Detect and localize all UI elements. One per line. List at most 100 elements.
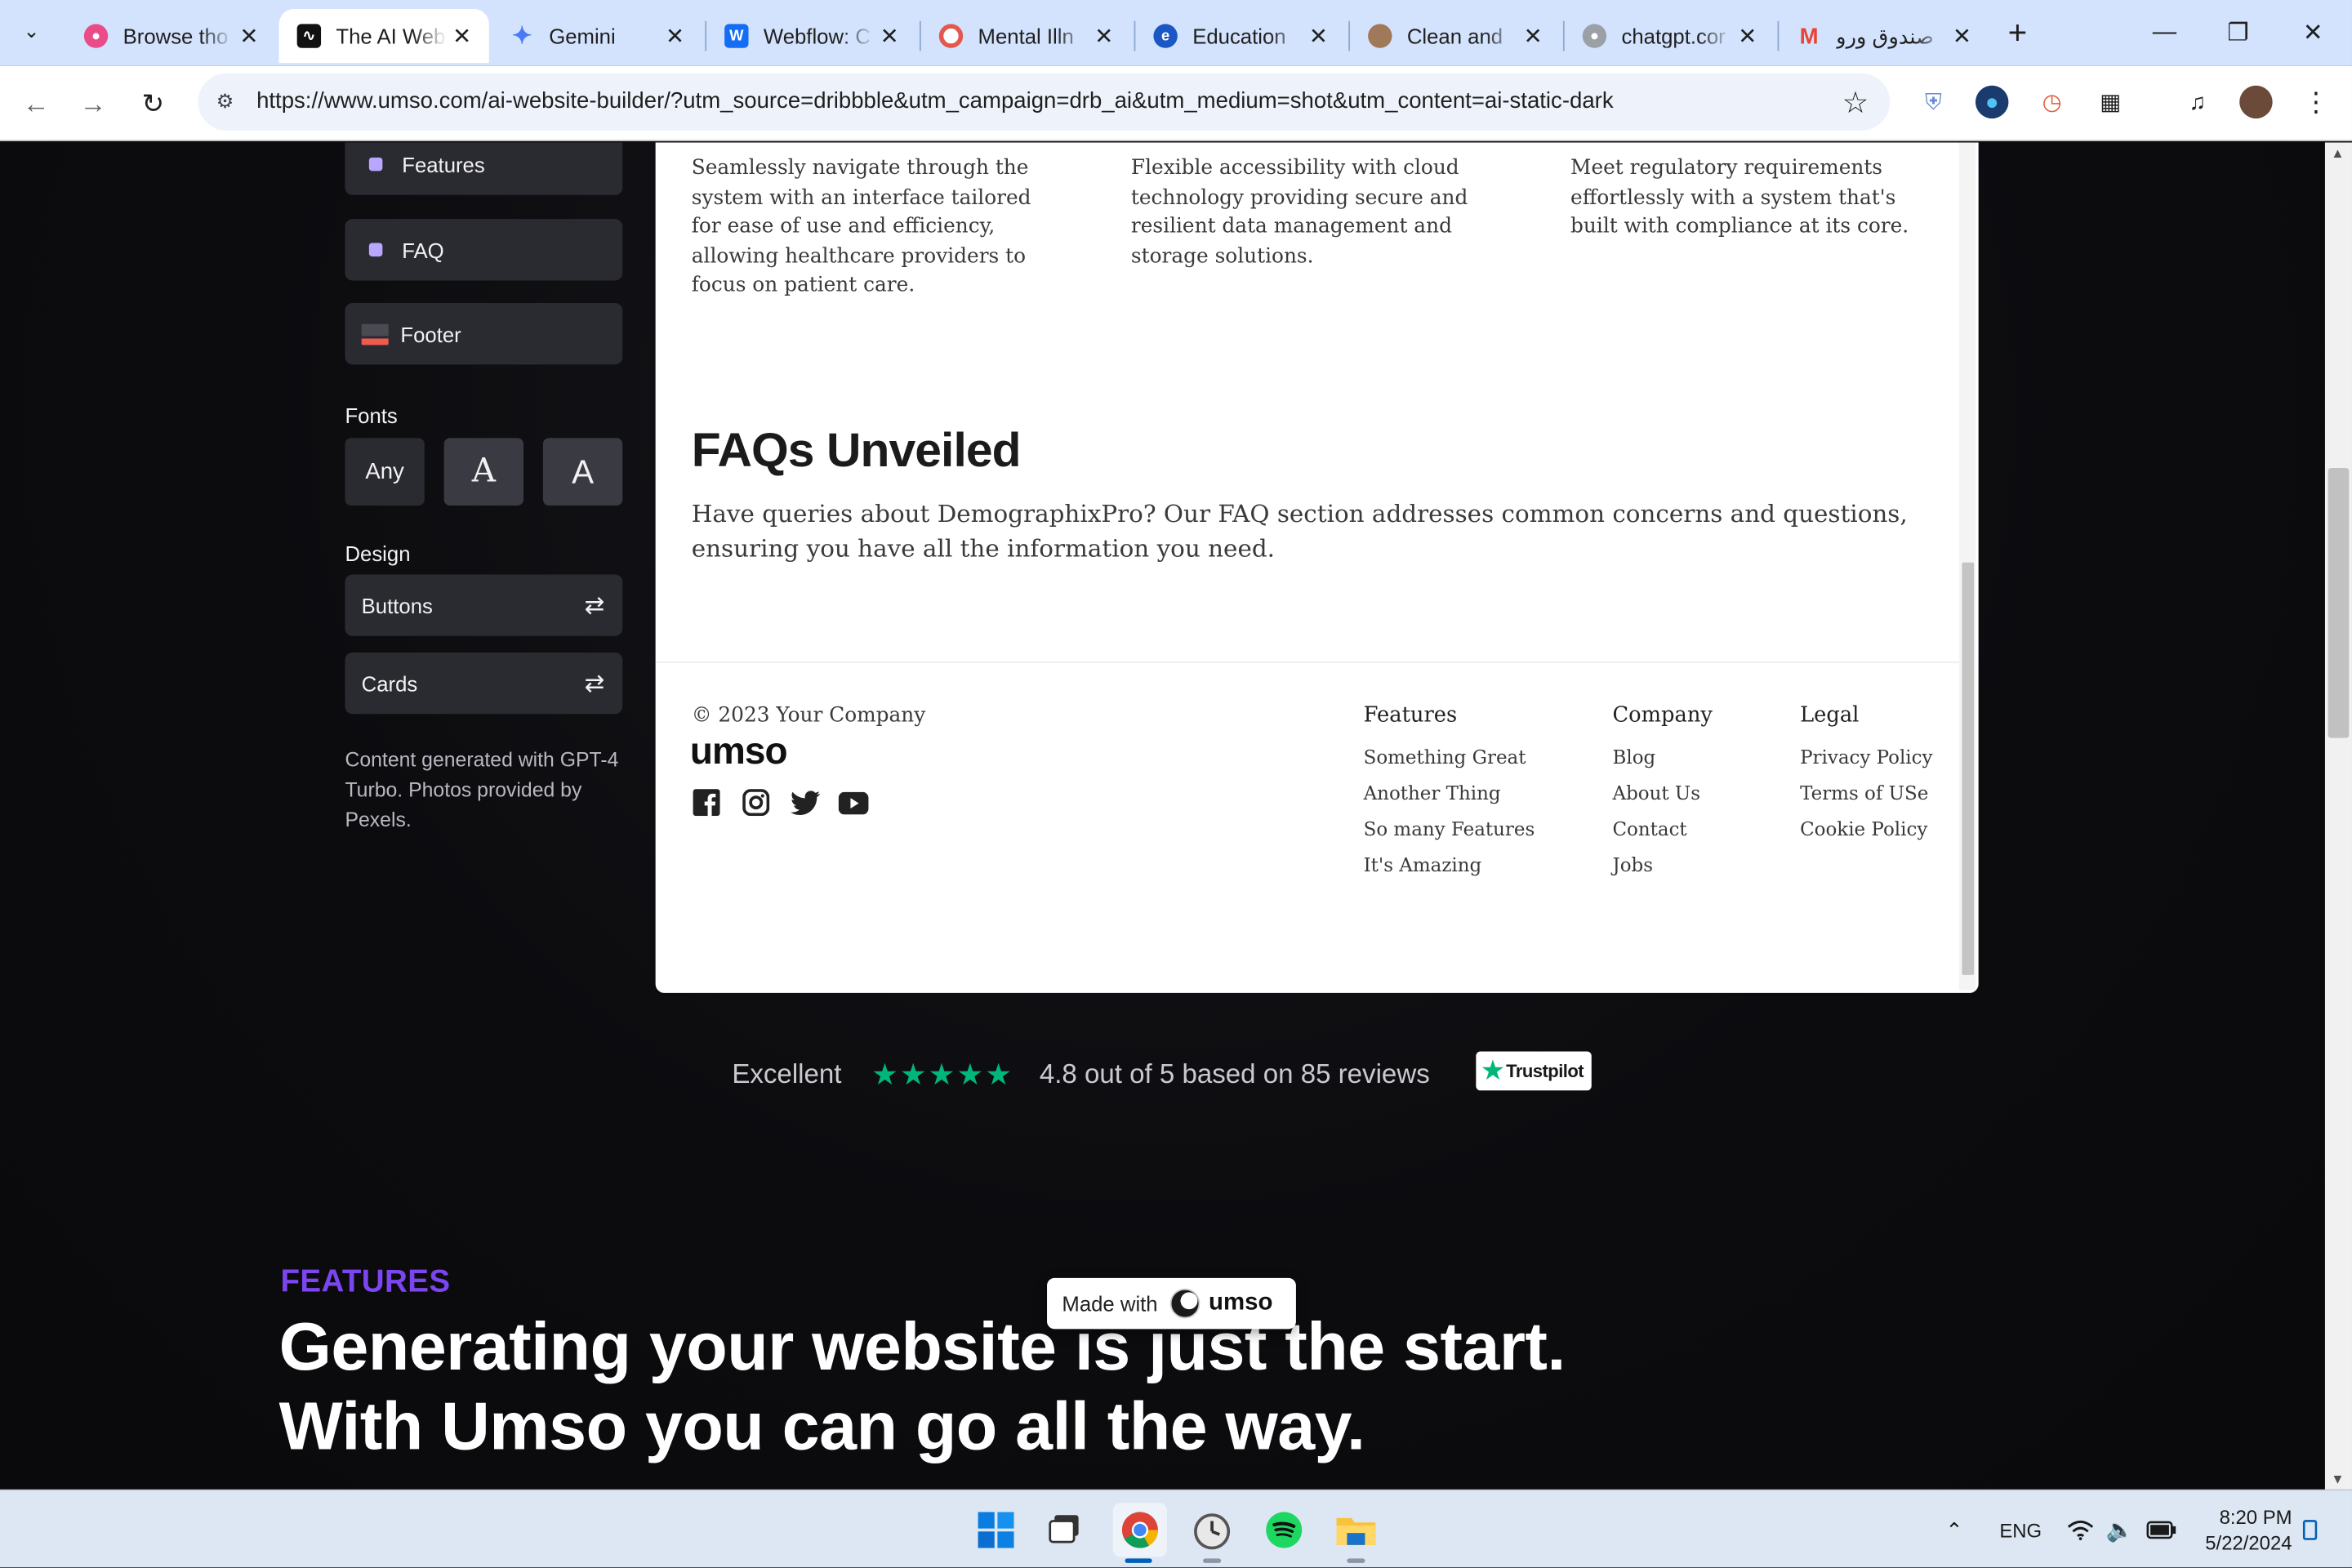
windows-start-icon[interactable] [969,1503,1023,1557]
footer-link[interactable]: Jobs [1612,853,1653,876]
address-bar[interactable]: ⚙ https://www.umso.com/ai-website-builde… [198,73,1891,131]
features-heading-line: With Umso you can go all the way. [278,1387,1365,1464]
close-icon[interactable]: ✕ [1089,21,1119,51]
clock-display[interactable]: 8:20 PM 5/22/2024 [2193,1491,2292,1568]
footer-link[interactable]: Contact [1612,817,1686,840]
url-text[interactable]: https://www.umso.com/ai-website-builder/… [256,88,1614,114]
reload-icon[interactable]: ↻ [132,82,174,124]
close-icon[interactable]: ✕ [1732,21,1762,51]
forward-icon[interactable]: → [72,82,114,124]
battery-icon[interactable] [2146,1491,2176,1568]
scroll-down-icon[interactable]: ▼ [2331,1472,2344,1486]
language-indicator[interactable]: ENG [1999,1491,2042,1568]
tab-4[interactable]: Mental Illn ✕ [921,9,1131,63]
footer-link[interactable]: Terms of USe [1800,782,1928,804]
profile-avatar[interactable] [2239,85,2273,119]
extensions-puzzle-icon[interactable]: ▦ [2094,86,2127,118]
footer-link[interactable]: Privacy Policy [1800,746,1932,768]
bookmark-star-icon[interactable]: ☆ [1842,84,1869,122]
twitter-icon[interactable] [790,787,821,817]
trustpilot-badge[interactable]: ★ Trustpilot [1476,1051,1592,1091]
font-any-button[interactable]: Any [345,438,425,506]
task-view-icon[interactable] [1038,1503,1092,1557]
section-label: FAQ [402,238,444,262]
section-faq[interactable]: FAQ [345,219,623,281]
browser-toolbar: ← → ↻ ⚙ https://www.umso.com/ai-website-… [0,65,2352,141]
footer-link[interactable]: Something Great [1364,746,1526,768]
close-icon[interactable]: ✕ [1947,21,1977,51]
made-with-umso-badge[interactable]: Made with umso [1047,1277,1296,1330]
tab-search-button[interactable]: ⌄ [12,12,51,51]
clock-date: 5/22/2024 [2205,1531,2292,1554]
section-label: Features [402,152,485,176]
footer-link[interactable]: About Us [1612,782,1700,804]
shuffle-icon[interactable]: ⇄ [585,668,605,698]
section-dot-icon [368,157,383,172]
media-control-icon[interactable]: ♫ [2181,86,2214,118]
tab-1-active[interactable]: ∿ The AI Web ✕ [278,9,489,64]
restore-icon[interactable]: ❐ [2217,12,2259,54]
timer-extension-icon[interactable]: ◷ [2035,86,2068,118]
preview-scrollbar[interactable] [1958,142,1976,991]
tab-8[interactable]: M صندوق ورو ✕ [1779,9,1989,63]
preview-scrollbar-thumb[interactable] [1962,562,1975,975]
shield-extension-icon[interactable]: ⛨ [1917,86,1949,118]
footer-link[interactable]: Blog [1612,746,1655,768]
webflow-icon: W [724,24,749,48]
wifi-icon[interactable] [2067,1491,2094,1568]
close-icon[interactable]: ✕ [875,21,905,51]
features-heading: Generating your website is just the star… [279,1307,1929,1466]
section-features[interactable]: Features [345,142,623,195]
minimize-icon[interactable]: — [2144,12,2185,54]
tab-0[interactable]: ● Browse tho ✕ [66,9,276,63]
font-sans-button[interactable]: A [542,438,623,506]
footer-link[interactable]: So many Features [1364,817,1535,840]
gemini-icon: ✦ [511,24,532,50]
close-icon[interactable]: ✕ [1303,21,1334,51]
close-icon[interactable]: ✕ [234,21,265,51]
notification-icon[interactable] [2302,1491,2318,1568]
facebook-icon[interactable] [692,787,722,817]
footer-link[interactable]: Cookie Policy [1800,817,1927,840]
footer-link[interactable]: It's Amazing [1364,853,1482,876]
font-option-label: Any [365,459,404,485]
footer-link[interactable]: Another Thing [1364,782,1501,804]
clock-app-icon[interactable] [1185,1503,1239,1563]
tab-2[interactable]: ✦ Gemini ✕ [492,9,702,63]
generation-note: Content generated with GPT-4 Turbo. Phot… [345,748,619,831]
close-icon[interactable]: ✕ [1518,21,1548,51]
design-cards-option[interactable]: Cards ⇄ [345,652,623,715]
chrome-taskbar-icon[interactable] [1112,1503,1167,1563]
shuffle-icon[interactable]: ⇄ [585,590,605,621]
footer-layout-icon [361,323,389,345]
design-buttons-option[interactable]: Buttons ⇄ [345,574,623,636]
open-indicator [1347,1558,1365,1563]
youtube-icon[interactable] [838,787,869,817]
site-info-icon[interactable]: ⚙ [210,87,240,118]
tab-5[interactable]: e Education ✕ [1135,9,1345,63]
tab-6[interactable]: Clean and ✕ [1350,9,1560,63]
file-explorer-icon[interactable] [1329,1503,1383,1563]
close-window-icon[interactable]: ✕ [2292,12,2334,54]
clock-time: 8:20 PM [2219,1506,2292,1529]
page-scrollbar[interactable]: ▲ ▼ [2324,142,2352,1490]
tab-3[interactable]: W Webflow: C ✕ [706,9,916,63]
footer-logo: umso [689,730,788,773]
instagram-icon[interactable] [741,787,771,817]
font-serif-button[interactable]: A [443,438,524,506]
close-icon[interactable]: ✕ [447,21,477,51]
back-icon[interactable]: ← [15,82,56,124]
tab-7[interactable]: ● chatgpt.cor ✕ [1565,9,1775,63]
section-footer[interactable]: Footer [345,303,623,365]
tab-title: صندوق ورو [1836,23,1935,47]
spotify-icon[interactable] [1257,1503,1311,1557]
new-tab-button[interactable]: + [1999,14,2035,51]
close-icon[interactable]: ✕ [660,21,690,51]
menu-kebab-icon[interactable]: ⋮ [2300,86,2332,118]
tray-overflow-icon[interactable]: ⌃ [1945,1491,1963,1568]
page-scrollbar-thumb[interactable] [2328,468,2350,738]
trustpilot-star-icon: ★ [1481,1058,1503,1085]
extension-globe-icon[interactable]: ● [1975,85,2009,119]
scroll-up-icon[interactable]: ▲ [2331,145,2344,160]
volume-icon[interactable]: 🔈 [2106,1491,2134,1568]
